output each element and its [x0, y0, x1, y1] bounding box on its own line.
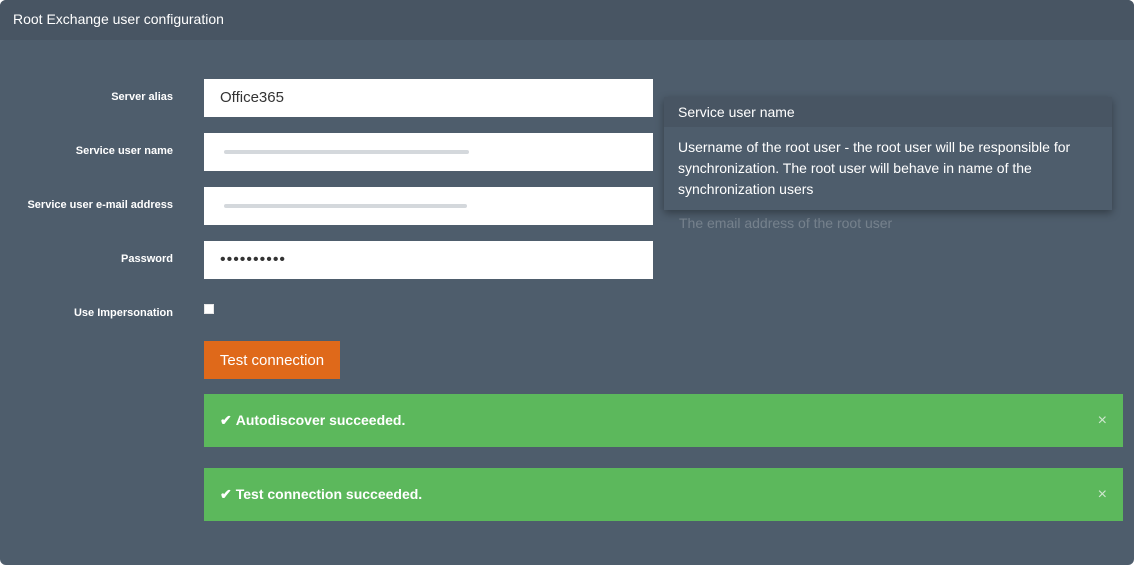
password-label: Password	[121, 253, 173, 265]
server-alias-label: Server alias	[111, 91, 173, 103]
alert-autodiscover-success: ✔ Autodiscover succeeded. ×	[204, 394, 1123, 447]
use-impersonation-checkbox[interactable]	[204, 304, 214, 314]
check-icon: ✔	[220, 486, 232, 502]
server-alias-input[interactable]: Office365	[204, 79, 653, 117]
alert-text: Test connection succeeded.	[235, 486, 423, 502]
service-user-name-tooltip: Service user name Username of the root u…	[664, 97, 1112, 210]
redacted-value	[224, 150, 469, 154]
redacted-value	[224, 204, 467, 208]
alert-test-connection-success: ✔ Test connection succeeded. ×	[204, 468, 1123, 521]
service-user-name-label: Service user name	[75, 145, 173, 157]
check-icon: ✔	[220, 412, 232, 428]
root-exchange-config-panel: Root Exchange user configuration Server …	[0, 0, 1134, 565]
service-user-name-input[interactable]	[204, 133, 653, 171]
alert-text: Autodiscover succeeded.	[235, 412, 406, 428]
test-connection-button[interactable]: Test connection	[204, 341, 340, 379]
panel-title: Root Exchange user configuration	[0, 0, 1134, 40]
ghost-tooltip-body: The email address of the root user	[679, 215, 893, 231]
service-user-email-input[interactable]	[204, 187, 653, 225]
tooltip-title: Service user name	[664, 97, 1112, 127]
close-icon[interactable]: ×	[1098, 394, 1107, 447]
tooltip-body: Username of the root user - the root use…	[678, 139, 1071, 197]
close-icon[interactable]: ×	[1098, 468, 1107, 521]
service-user-email-label: Service user e-mail address	[27, 199, 173, 211]
password-input[interactable]: ••••••••••	[204, 241, 653, 279]
use-impersonation-label: Use Impersonation	[73, 307, 173, 319]
